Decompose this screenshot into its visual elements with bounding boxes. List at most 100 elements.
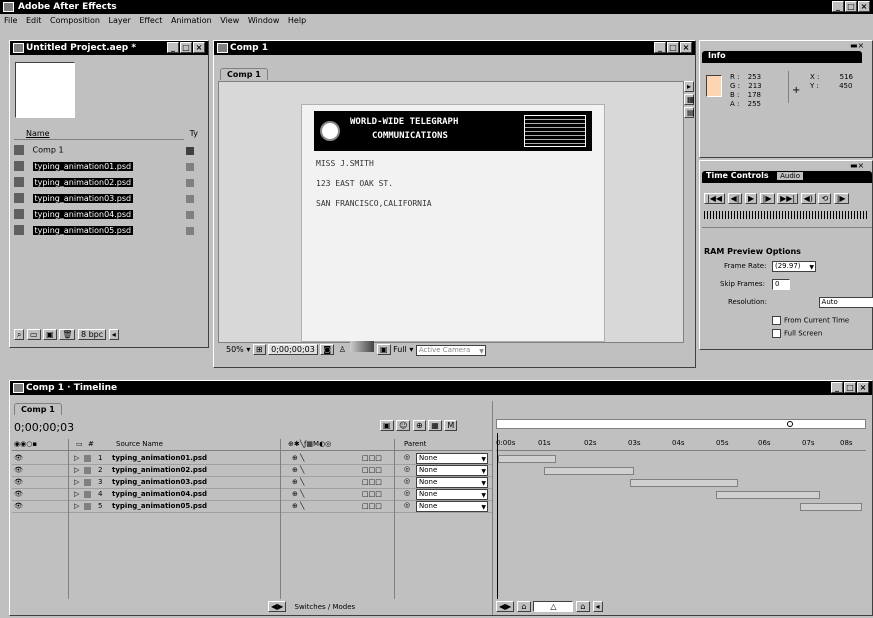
eye-icon[interactable]: 👁 — [14, 490, 23, 498]
menu-help[interactable]: Help — [288, 16, 306, 25]
color-channel-icon[interactable] — [350, 341, 375, 352]
table-row[interactable]: 👁 ▷ 5 typing_animation05.psd ⊕ ╲ □□□ ◎ N… — [12, 501, 492, 513]
layer-switch-boxes[interactable]: □□□ — [362, 454, 382, 462]
label-swatch[interactable] — [84, 503, 91, 510]
list-item[interactable]: typing_animation03.psd — [14, 193, 194, 209]
list-item[interactable]: typing_animation05.psd — [14, 225, 194, 241]
list-item[interactable]: typing_animation01.psd — [14, 161, 194, 177]
menu-layer[interactable]: Layer — [109, 16, 131, 25]
comp-marker-icon[interactable]: ▣ — [380, 420, 394, 431]
layer-switches[interactable]: ⊕ ╲ — [292, 502, 304, 510]
last-frame-icon[interactable]: ▶▶| — [777, 193, 799, 204]
label-swatch[interactable] — [84, 479, 91, 486]
parent-dropdown[interactable]: None — [416, 453, 488, 464]
eye-icon[interactable]: 👁 — [14, 478, 23, 486]
layer-duration-bar[interactable] — [800, 503, 862, 511]
project-close-button[interactable]: × — [193, 42, 205, 53]
menu-effect[interactable]: Effect — [139, 16, 162, 25]
parent-header[interactable]: Parent — [404, 440, 426, 448]
layer-switches[interactable]: ⊕ ╲ — [292, 490, 304, 498]
info-tab[interactable]: Info — [708, 51, 726, 60]
snapshot-icon[interactable]: ◙ — [320, 344, 335, 355]
new-folder-icon[interactable]: ▭ — [27, 329, 41, 340]
project-col-name[interactable]: Name — [26, 129, 50, 138]
layer-name[interactable]: typing_animation01.psd — [112, 454, 207, 462]
layer-switches[interactable]: ⊕ ╲ — [292, 454, 304, 462]
layer-duration-bar[interactable] — [498, 455, 556, 463]
skip-frames-input[interactable]: 0 — [772, 279, 790, 290]
table-row[interactable]: 👁 ▷ 1 typing_animation01.psd ⊕ ╲ □□□ ◎ N… — [12, 453, 492, 465]
time-controls-tab[interactable]: Time Controls — [706, 171, 769, 180]
maximize-button[interactable]: □ — [845, 1, 857, 12]
source-name-header[interactable]: Source Name — [116, 440, 163, 448]
bpc-button[interactable]: 8 bpc — [77, 329, 107, 340]
project-col-type[interactable]: Ty — [190, 129, 198, 138]
zoom-small-icon[interactable]: ⌂ — [516, 601, 531, 612]
comp-resolution[interactable]: Full — [393, 345, 407, 354]
list-item[interactable]: typing_animation02.psd — [14, 177, 194, 193]
parent-icon[interactable]: ◎ — [404, 501, 410, 509]
twirl-icon[interactable]: ▷ — [74, 454, 79, 462]
label-swatch[interactable] — [84, 491, 91, 498]
label-swatch[interactable] — [84, 467, 91, 474]
comp-channel-icon[interactable]: ▤ — [684, 107, 695, 118]
comp-flyout-icon[interactable]: ▸ — [684, 81, 694, 92]
play-icon[interactable]: ▶ — [744, 193, 758, 204]
time-ruler[interactable]: 0:00s 01s 02s 03s 04s 05s 06s 07s 08s — [496, 439, 866, 451]
layer-switch-boxes[interactable]: □□□ — [362, 466, 382, 474]
layer-switch-boxes[interactable]: □□□ — [362, 490, 382, 498]
parent-dropdown[interactable]: None — [416, 501, 488, 512]
twirl-icon[interactable]: ▷ — [74, 466, 79, 474]
menu-composition[interactable]: Composition — [50, 16, 100, 25]
parent-dropdown[interactable]: None — [416, 489, 488, 500]
parent-icon[interactable]: ◎ — [404, 489, 410, 497]
layer-name[interactable]: typing_animation04.psd — [112, 490, 207, 498]
layer-name[interactable]: typing_animation03.psd — [112, 478, 207, 486]
loop-icon[interactable]: ⟲ — [818, 193, 832, 204]
close-button[interactable]: × — [858, 1, 870, 12]
parent-icon[interactable]: ◎ — [404, 453, 410, 461]
scroll-left-icon[interactable]: ◂ — [592, 601, 603, 612]
list-item[interactable]: Comp 1 — [14, 145, 194, 161]
audio-tab[interactable]: Audio — [777, 172, 804, 180]
layer-duration-bar[interactable] — [630, 479, 738, 487]
comp-grid-icon[interactable]: ▦ — [684, 94, 695, 105]
from-current-time-box[interactable] — [772, 316, 781, 325]
prev-frame-icon[interactable]: ◀| — [727, 193, 743, 204]
layer-name[interactable]: typing_animation02.psd — [112, 466, 207, 474]
ram-preview-icon[interactable]: |▶ — [833, 193, 849, 204]
motion-blur-icon[interactable]: ▦ — [428, 420, 442, 431]
project-minimize-button[interactable]: _ — [167, 42, 179, 53]
timeline-maximize-button[interactable]: □ — [844, 382, 856, 393]
parent-dropdown[interactable]: None — [416, 477, 488, 488]
first-frame-icon[interactable]: |◀◀ — [704, 193, 725, 204]
table-row[interactable]: 👁 ▷ 4 typing_animation04.psd ⊕ ╲ □□□ ◎ N… — [12, 489, 492, 501]
timeline-tab[interactable]: Comp 1 — [14, 403, 62, 415]
zoom-level[interactable]: 50% — [226, 345, 244, 354]
shy-icon[interactable]: ☺ — [396, 420, 411, 431]
comp-tab[interactable]: Comp 1 — [220, 68, 268, 80]
table-row[interactable]: 👁 ▷ 2 typing_animation02.psd ⊕ ╲ □□□ ◎ N… — [12, 465, 492, 477]
comp-close-button[interactable]: × — [680, 42, 692, 53]
frame-rate-dropdown[interactable]: (29.97) — [772, 261, 816, 272]
minimize-button[interactable]: _ — [832, 1, 844, 12]
trash-icon[interactable]: 🗑 — [59, 329, 76, 340]
full-screen-box[interactable] — [772, 329, 781, 338]
parent-icon[interactable]: ◎ — [404, 477, 410, 485]
graph-icon[interactable]: M — [444, 420, 458, 431]
switches-modes-toggle[interactable]: Switches / Modes — [295, 603, 356, 611]
layer-switch-boxes[interactable]: □□□ — [362, 502, 382, 510]
layer-duration-bar[interactable] — [716, 491, 820, 499]
expand-icon[interactable]: ◀▶ — [268, 601, 287, 612]
twirl-icon[interactable]: ▷ — [74, 478, 79, 486]
info-close-icon[interactable]: ▬× — [850, 41, 864, 50]
layer-switches[interactable]: ⊕ ╲ — [292, 466, 304, 474]
zoom-out-icon[interactable]: ◀▶ — [496, 601, 515, 612]
list-item[interactable]: typing_animation04.psd — [14, 209, 194, 225]
menu-view[interactable]: View — [220, 16, 239, 25]
timeline-close-button[interactable]: × — [857, 382, 869, 393]
timeline-minimize-button[interactable]: _ — [831, 382, 843, 393]
safe-zones-icon[interactable]: ⊞ — [252, 344, 266, 355]
comp-minimize-button[interactable]: _ — [654, 42, 666, 53]
layer-switch-boxes[interactable]: □□□ — [362, 478, 382, 486]
